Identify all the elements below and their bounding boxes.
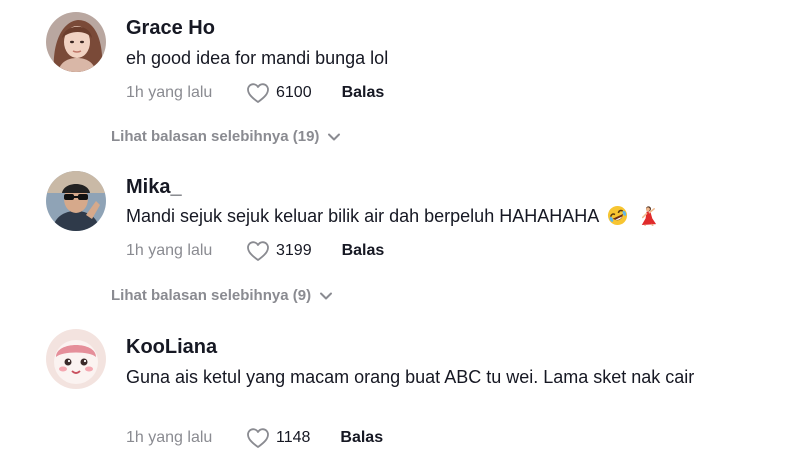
avatar[interactable] <box>46 12 106 72</box>
user-photo-icon <box>46 171 106 231</box>
like-count: 3199 <box>276 242 312 259</box>
view-more-replies-button[interactable]: Lihat balasan selebihnya (19) <box>111 128 341 145</box>
reply-button[interactable]: Balas <box>342 84 385 102</box>
avatar[interactable] <box>46 329 106 389</box>
comment-text-body: Mandi sejuk sejuk keluar bilik air dah b… <box>126 206 599 226</box>
like-count: 6100 <box>276 84 312 101</box>
like-button[interactable]: 1148 <box>246 427 340 449</box>
heart-outline-icon <box>247 241 269 261</box>
heart-outline-icon <box>247 83 269 103</box>
like-count: 1148 <box>276 429 311 446</box>
comment-meta: 1h yang lalu 3199 Balas <box>126 239 384 263</box>
view-more-replies-label: Lihat balasan selebihnya (19) <box>111 128 320 145</box>
comment-username[interactable]: Mika_ <box>126 176 182 199</box>
heart-outline-icon <box>247 428 269 448</box>
comment-meta: 1h yang lalu 1148 Balas <box>126 426 383 450</box>
comment-username[interactable]: Grace Ho <box>126 17 215 40</box>
comment-timestamp: 1h yang lalu <box>126 429 213 446</box>
comment-username[interactable]: KooLiana <box>126 336 217 359</box>
view-more-replies-label: Lihat balasan selebihnya (9) <box>111 287 312 304</box>
comment-timestamp: 1h yang lalu <box>126 84 213 101</box>
comment-text: Guna ais ketul yang macam orang buat ABC… <box>126 367 695 387</box>
rolling-on-floor-laughing-emoji <box>608 205 628 226</box>
reply-button[interactable]: Balas <box>340 429 383 447</box>
view-more-replies-button[interactable]: Lihat balasan selebihnya (9) <box>111 287 333 304</box>
reply-button[interactable]: Balas <box>342 242 385 260</box>
comment-text: eh good idea for mandi bunga lol <box>126 48 389 68</box>
user-photo-icon <box>46 12 106 72</box>
dancing-woman-emoji <box>642 206 657 226</box>
avatar[interactable] <box>46 171 106 231</box>
comment-text: Mandi sejuk sejuk keluar bilik air dah b… <box>126 202 726 231</box>
chevron-down-icon <box>328 133 341 140</box>
comment-meta: 1h yang lalu 6100 Balas <box>126 81 384 105</box>
chevron-down-icon <box>320 292 333 299</box>
like-button[interactable]: 6100 <box>246 82 342 104</box>
comment-timestamp: 1h yang lalu <box>126 242 213 259</box>
like-button[interactable]: 3199 <box>246 240 342 262</box>
user-photo-icon <box>46 329 106 389</box>
